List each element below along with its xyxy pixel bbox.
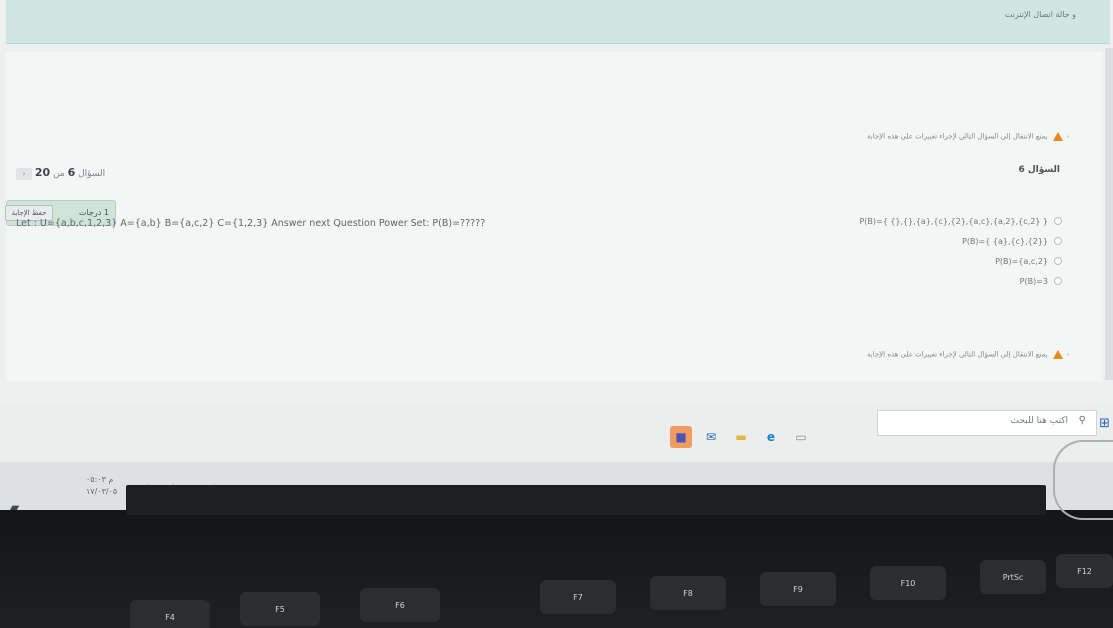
edge-browser-icon[interactable]: e [760,426,782,448]
taskbar-search-box[interactable]: ⚲ اكتب هنا للبحث ⊞ [877,410,1110,436]
pager-sep: من [53,169,65,179]
clock-date: ١٧/٠٣/٠٥ [86,487,118,496]
answer-option-label: P(B)={a,c,2} [995,256,1048,266]
search-icon: ⚲ [1078,415,1086,426]
keyboard: F4 F5 F6 F7 F8 F9 F10 PrtSc F12 [0,540,1113,628]
keyboard-key: F9 [760,572,836,606]
keyboard-key: F6 [360,588,440,622]
keyboard-key: F10 [870,566,946,600]
keyboard-key: F7 [540,580,616,614]
question-heading: السؤال 6 [1018,165,1060,175]
task-view-icon[interactable]: ▭ [790,426,812,448]
question-pager-top: السؤال 6 من 20 ‹ [16,166,105,180]
pager-total: 20 [34,166,51,179]
bullet-icon: • [1065,132,1070,141]
browser-content: و حالة اتصال الإنترنت • يمنع الانتقال إل… [0,0,1113,470]
keyboard-key: F8 [650,576,726,610]
page-scrollbar[interactable] [1105,48,1113,380]
warning-icon [1052,132,1063,141]
clock-time: م ٠٥:٠٣ [86,475,114,484]
radio-button[interactable] [1054,257,1062,265]
previous-question-button[interactable]: ‹ [16,167,32,180]
question-text: Let : U={a,b,c,1,2,3} A={a,b} B={a,c,2} … [16,218,486,229]
keyboard-key: F5 [240,592,320,626]
quiz-page: • يمنع الانتقال إلى السؤال التالي لإجراء… [5,52,1102,382]
windows-start-icon[interactable]: ⊞ [1099,416,1110,431]
answer-option-label: P(B)=3 [1019,276,1048,286]
warning-text: يمنع الانتقال إلى السؤال التالي لإجراء ت… [867,350,1048,359]
teams-icon[interactable]: ■ [670,426,692,448]
laptop-hinge [126,485,1046,515]
keyboard-key: F12 [1056,554,1113,588]
answer-option-2[interactable]: P(B)={ {a},{c},{2}} [742,231,1062,251]
file-explorer-icon[interactable]: ▬ [730,426,752,448]
answer-option-1[interactable]: P(B)={ {},{},{a},{c},{2},{a,c},{a,2},{c,… [742,211,1062,231]
taskbar-apps: ■ ✉ ▬ e ▭ [670,426,812,448]
keyboard-key: PrtSc [980,560,1046,594]
keyboard-key: F4 [130,600,210,628]
radio-button[interactable] [1054,237,1062,245]
info-banner-text: و حالة اتصال الإنترنت [1004,10,1076,19]
radio-button[interactable] [1054,217,1062,225]
pager-current: 6 [67,166,76,179]
navigation-warning-bottom: • يمنع الانتقال إلى السؤال التالي لإجراء… [867,350,1070,359]
answer-option-label: P(B)={ {},{},{a},{c},{2},{a,c},{a,2},{c,… [859,216,1048,226]
answer-option-4[interactable]: P(B)=3 [742,271,1062,291]
warning-icon [1052,350,1063,359]
radio-button[interactable] [1054,277,1062,285]
taskbar-clock[interactable]: م ٠٥:٠٣ ١٧/٠٣/٠٥ [86,474,117,498]
answer-option-label: P(B)={ {a},{c},{2}} [962,236,1048,246]
laptop-edge [1053,440,1113,520]
search-placeholder: اكتب هنا للبحث [1010,416,1068,426]
question-marks: 1 درجات [79,208,109,217]
bullet-icon: • [1065,350,1070,359]
answer-options: P(B)={ {},{},{a},{c},{2},{a,c},{a,2},{c,… [742,211,1062,291]
windows-taskbar: ⚲ اكتب هنا للبحث ⊞ ■ ✉ ▬ e ▭ [0,404,1113,470]
pager-label: السؤال [78,169,106,179]
warning-text: يمنع الانتقال إلى السؤال التالي لإجراء ت… [867,132,1048,141]
mail-icon[interactable]: ✉ [700,426,722,448]
navigation-warning-top: • يمنع الانتقال إلى السؤال التالي لإجراء… [867,132,1070,141]
info-banner: و حالة اتصال الإنترنت [6,0,1110,44]
answer-option-3[interactable]: P(B)={a,c,2} [742,251,1062,271]
